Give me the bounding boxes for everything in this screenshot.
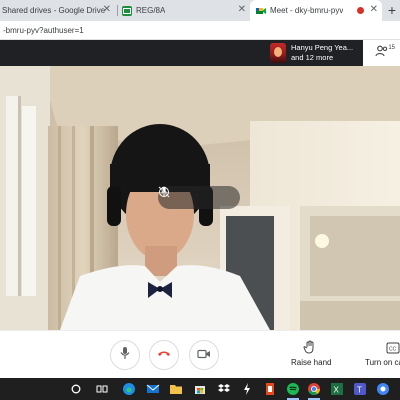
tile-hover-controls [158, 186, 240, 209]
excel-icon[interactable]: X [329, 381, 345, 397]
close-icon[interactable]: ✕ [370, 4, 378, 15]
url-text: -bmru-pyv?authuser=1 [3, 25, 84, 35]
participant-name: Hanyu Peng Yea... [291, 43, 354, 52]
address-bar[interactable]: -bmru-pyv?authuser=1 [0, 21, 400, 40]
svg-text:CC: CC [389, 347, 397, 353]
turn-on-captions-label[interactable]: Turn on ca [365, 358, 400, 367]
end-call-button[interactable] [149, 340, 179, 370]
pin-icon[interactable] [158, 186, 184, 206]
camera-button[interactable] [189, 340, 219, 370]
office-icon[interactable] [262, 381, 278, 397]
windows-taskbar: X T [0, 378, 400, 400]
people-button[interactable]: 15 [363, 40, 400, 66]
mic-off-icon[interactable] [159, 186, 207, 206]
participant-more: and 12 more [291, 53, 334, 62]
tab-shared-drives[interactable]: Shared drives - Google Drive ✕ [0, 0, 115, 21]
remove-icon[interactable] [159, 187, 230, 206]
recording-icon [357, 7, 364, 14]
mail-icon[interactable] [145, 381, 161, 397]
chrome-icon[interactable] [306, 381, 322, 400]
app-icon[interactable] [239, 381, 255, 397]
file-explorer-icon[interactable] [168, 381, 184, 397]
raise-hand-label[interactable]: Raise hand [291, 358, 331, 367]
chrome-profile-icon[interactable] [375, 381, 391, 397]
browser-tab-strip: Shared drives - Google Drive ✕ REG/8A ✕ … [0, 0, 400, 21]
cortana-icon[interactable] [68, 381, 84, 397]
people-count: 15 [388, 45, 395, 51]
new-tab-button[interactable]: + [388, 2, 396, 18]
mic-button[interactable] [110, 340, 140, 370]
mic-icon [119, 346, 131, 365]
classroom-icon [122, 5, 132, 16]
camera-icon [197, 346, 211, 364]
people-icon [374, 44, 389, 62]
close-icon[interactable]: ✕ [238, 4, 246, 15]
store-icon[interactable] [192, 381, 208, 397]
tab-meet[interactable]: Meet - dky-bmru-pyv ✕ [250, 0, 382, 21]
task-view-icon[interactable] [94, 381, 110, 397]
video-tile[interactable] [0, 66, 400, 330]
meet-top-bar: Hanyu Peng Yea... and 12 more 15 [0, 40, 400, 66]
svg-text:T: T [357, 386, 362, 395]
meet-controls-bar: Raise hand CC Turn on ca [0, 330, 400, 378]
participant-chip[interactable]: Hanyu Peng Yea... and 12 more [270, 42, 353, 64]
hand-icon[interactable] [303, 340, 317, 359]
captions-icon[interactable]: CC [386, 341, 400, 359]
edge-icon[interactable] [121, 381, 137, 397]
tab-reg[interactable]: REG/8A ✕ [118, 0, 250, 21]
svg-text:X: X [334, 386, 340, 395]
end-call-icon [157, 346, 171, 364]
teams-icon[interactable]: T [352, 381, 368, 397]
close-icon[interactable]: ✕ [103, 4, 111, 15]
tab-label: Shared drives - Google Drive [2, 6, 106, 15]
tab-label: Meet - dky-bmru-pyv [270, 6, 344, 15]
spotify-icon[interactable] [285, 381, 301, 400]
tab-label: REG/8A [136, 6, 166, 15]
dropbox-icon[interactable] [216, 381, 232, 397]
avatar [270, 43, 286, 63]
meet-icon [256, 6, 266, 16]
